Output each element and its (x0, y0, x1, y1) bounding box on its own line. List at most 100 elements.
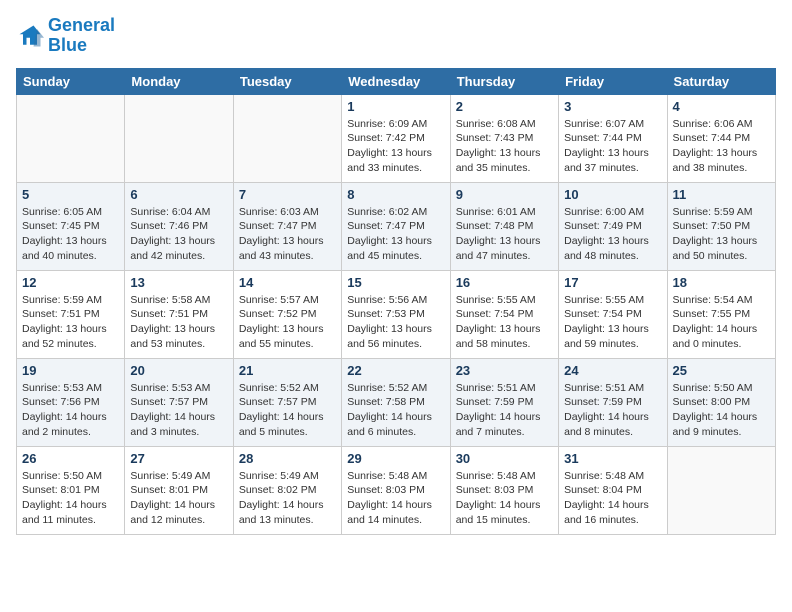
day-info: Sunrise: 5:51 AM Sunset: 7:59 PM Dayligh… (456, 381, 553, 440)
calendar-cell: 15 Sunrise: 5:56 AM Sunset: 7:53 PM Dayli… (342, 270, 450, 358)
day-number: 3 (564, 99, 661, 114)
week-row-3: 12 Sunrise: 5:59 AM Sunset: 7:51 PM Dayli… (17, 270, 776, 358)
day-info: Sunrise: 5:50 AM Sunset: 8:01 PM Dayligh… (22, 469, 119, 528)
col-header-thursday: Thursday (450, 68, 558, 94)
logo-text: General Blue (48, 16, 115, 56)
calendar-cell: 18 Sunrise: 5:54 AM Sunset: 7:55 PM Dayli… (667, 270, 775, 358)
day-info: Sunrise: 5:56 AM Sunset: 7:53 PM Dayligh… (347, 293, 444, 352)
calendar-cell: 16 Sunrise: 5:55 AM Sunset: 7:54 PM Dayli… (450, 270, 558, 358)
calendar-cell (125, 94, 233, 182)
day-info: Sunrise: 6:08 AM Sunset: 7:43 PM Dayligh… (456, 117, 553, 176)
day-info: Sunrise: 5:52 AM Sunset: 7:57 PM Dayligh… (239, 381, 336, 440)
day-number: 23 (456, 363, 553, 378)
calendar-cell: 26Sunrise: 5:50 AM Sunset: 8:01 PM Dayli… (17, 446, 125, 534)
day-info: Sunrise: 5:57 AM Sunset: 7:52 PM Dayligh… (239, 293, 336, 352)
col-header-monday: Monday (125, 68, 233, 94)
day-number: 13 (130, 275, 227, 290)
calendar-cell (667, 446, 775, 534)
calendar-cell: 8 Sunrise: 6:02 AM Sunset: 7:47 PM Daylig… (342, 182, 450, 270)
day-number: 1 (347, 99, 444, 114)
calendar-cell: 10Sunrise: 6:00 AM Sunset: 7:49 PM Dayli… (559, 182, 667, 270)
day-info: Sunrise: 5:49 AM Sunset: 8:02 PM Dayligh… (239, 469, 336, 528)
day-info: Sunrise: 5:55 AM Sunset: 7:54 PM Dayligh… (456, 293, 553, 352)
calendar-cell: 19 Sunrise: 5:53 AM Sunset: 7:56 PM Dayli… (17, 358, 125, 446)
day-number: 9 (456, 187, 553, 202)
calendar-cell: 23 Sunrise: 5:51 AM Sunset: 7:59 PM Dayli… (450, 358, 558, 446)
week-row-2: 5 Sunrise: 6:05 AM Sunset: 7:45 PM Daylig… (17, 182, 776, 270)
day-info: Sunrise: 5:59 AM Sunset: 7:50 PM Dayligh… (673, 205, 770, 264)
page-header: General Blue (16, 16, 776, 56)
day-info: Sunrise: 5:53 AM Sunset: 7:56 PM Dayligh… (22, 381, 119, 440)
calendar-cell (233, 94, 341, 182)
day-number: 16 (456, 275, 553, 290)
calendar-cell: 24 Sunrise: 5:51 AM Sunset: 7:59 PM Dayli… (559, 358, 667, 446)
day-info: Sunrise: 6:01 AM Sunset: 7:48 PM Dayligh… (456, 205, 553, 264)
calendar-cell: 11 Sunrise: 5:59 AM Sunset: 7:50 PM Dayli… (667, 182, 775, 270)
day-info: Sunrise: 5:50 AM Sunset: 8:00 PM Dayligh… (673, 381, 770, 440)
day-number: 5 (22, 187, 119, 202)
day-number: 11 (673, 187, 770, 202)
day-number: 6 (130, 187, 227, 202)
day-number: 19 (22, 363, 119, 378)
week-row-1: 1 Sunrise: 6:09 AM Sunset: 7:42 PM Daylig… (17, 94, 776, 182)
calendar-cell: 20 Sunrise: 5:53 AM Sunset: 7:57 PM Dayli… (125, 358, 233, 446)
calendar-table: SundayMondayTuesdayWednesdayThursdayFrid… (16, 68, 776, 535)
calendar-cell: 30 Sunrise: 5:48 AM Sunset: 8:03 PM Dayli… (450, 446, 558, 534)
calendar-cell (17, 94, 125, 182)
day-number: 22 (347, 363, 444, 378)
day-info: Sunrise: 6:05 AM Sunset: 7:45 PM Dayligh… (22, 205, 119, 264)
day-info: Sunrise: 5:58 AM Sunset: 7:51 PM Dayligh… (130, 293, 227, 352)
day-number: 25 (673, 363, 770, 378)
week-row-5: 26Sunrise: 5:50 AM Sunset: 8:01 PM Dayli… (17, 446, 776, 534)
day-info: Sunrise: 6:07 AM Sunset: 7:44 PM Dayligh… (564, 117, 661, 176)
calendar-cell: 28 Sunrise: 5:49 AM Sunset: 8:02 PM Dayli… (233, 446, 341, 534)
day-info: Sunrise: 5:53 AM Sunset: 7:57 PM Dayligh… (130, 381, 227, 440)
calendar-header-row: SundayMondayTuesdayWednesdayThursdayFrid… (17, 68, 776, 94)
day-number: 31 (564, 451, 661, 466)
day-number: 30 (456, 451, 553, 466)
calendar-cell: 7 Sunrise: 6:03 AM Sunset: 7:47 PM Daylig… (233, 182, 341, 270)
day-info: Sunrise: 5:54 AM Sunset: 7:55 PM Dayligh… (673, 293, 770, 352)
day-number: 10 (564, 187, 661, 202)
day-info: Sunrise: 6:03 AM Sunset: 7:47 PM Dayligh… (239, 205, 336, 264)
calendar-cell: 3 Sunrise: 6:07 AM Sunset: 7:44 PM Daylig… (559, 94, 667, 182)
col-header-sunday: Sunday (17, 68, 125, 94)
calendar-cell: 9 Sunrise: 6:01 AM Sunset: 7:48 PM Daylig… (450, 182, 558, 270)
day-info: Sunrise: 5:52 AM Sunset: 7:58 PM Dayligh… (347, 381, 444, 440)
day-info: Sunrise: 5:59 AM Sunset: 7:51 PM Dayligh… (22, 293, 119, 352)
calendar-cell: 5 Sunrise: 6:05 AM Sunset: 7:45 PM Daylig… (17, 182, 125, 270)
day-number: 8 (347, 187, 444, 202)
day-info: Sunrise: 6:06 AM Sunset: 7:44 PM Dayligh… (673, 117, 770, 176)
day-info: Sunrise: 6:04 AM Sunset: 7:46 PM Dayligh… (130, 205, 227, 264)
day-info: Sunrise: 6:02 AM Sunset: 7:47 PM Dayligh… (347, 205, 444, 264)
day-number: 17 (564, 275, 661, 290)
day-info: Sunrise: 5:48 AM Sunset: 8:03 PM Dayligh… (456, 469, 553, 528)
day-info: Sunrise: 5:49 AM Sunset: 8:01 PM Dayligh… (130, 469, 227, 528)
calendar-cell: 22 Sunrise: 5:52 AM Sunset: 7:58 PM Dayli… (342, 358, 450, 446)
calendar-cell: 27Sunrise: 5:49 AM Sunset: 8:01 PM Dayli… (125, 446, 233, 534)
day-number: 7 (239, 187, 336, 202)
calendar-cell: 4 Sunrise: 6:06 AM Sunset: 7:44 PM Daylig… (667, 94, 775, 182)
day-number: 18 (673, 275, 770, 290)
calendar-cell: 21 Sunrise: 5:52 AM Sunset: 7:57 PM Dayli… (233, 358, 341, 446)
day-number: 14 (239, 275, 336, 290)
day-number: 24 (564, 363, 661, 378)
calendar-cell: 14 Sunrise: 5:57 AM Sunset: 7:52 PM Dayli… (233, 270, 341, 358)
day-number: 28 (239, 451, 336, 466)
calendar-cell: 25 Sunrise: 5:50 AM Sunset: 8:00 PM Dayli… (667, 358, 775, 446)
calendar-cell: 13 Sunrise: 5:58 AM Sunset: 7:51 PM Dayli… (125, 270, 233, 358)
day-info: Sunrise: 6:09 AM Sunset: 7:42 PM Dayligh… (347, 117, 444, 176)
day-number: 20 (130, 363, 227, 378)
calendar-cell: 2Sunrise: 6:08 AM Sunset: 7:43 PM Daylig… (450, 94, 558, 182)
day-number: 21 (239, 363, 336, 378)
day-info: Sunrise: 5:51 AM Sunset: 7:59 PM Dayligh… (564, 381, 661, 440)
calendar-cell: 6 Sunrise: 6:04 AM Sunset: 7:46 PM Daylig… (125, 182, 233, 270)
calendar-cell: 31Sunrise: 5:48 AM Sunset: 8:04 PM Dayli… (559, 446, 667, 534)
col-header-tuesday: Tuesday (233, 68, 341, 94)
day-number: 15 (347, 275, 444, 290)
day-number: 4 (673, 99, 770, 114)
col-header-saturday: Saturday (667, 68, 775, 94)
day-number: 12 (22, 275, 119, 290)
calendar-cell: 17Sunrise: 5:55 AM Sunset: 7:54 PM Dayli… (559, 270, 667, 358)
col-header-wednesday: Wednesday (342, 68, 450, 94)
